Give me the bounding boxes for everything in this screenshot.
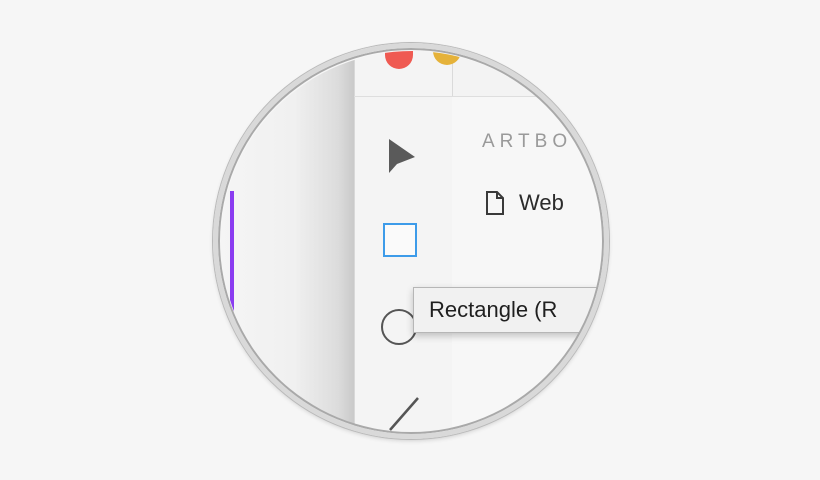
rectangle-tooltip: Rectangle (R — [413, 287, 603, 333]
select-tool-icon[interactable] — [387, 137, 417, 175]
document-icon — [486, 191, 504, 215]
magnifier-lens: ARTBO Web Rectangle (R — [221, 51, 603, 433]
artboards-section-title: ARTBO — [482, 131, 573, 152]
rectangle-tool-icon[interactable] — [383, 223, 417, 257]
artboard-label: Web — [519, 190, 564, 215]
screenshot-stage: ARTBO Web Rectangle (R — [0, 0, 820, 480]
artboard-edge — [230, 191, 234, 341]
line-tool-icon[interactable] — [386, 394, 422, 433]
design-canvas[interactable] — [221, 51, 354, 433]
ellipse-tool-icon[interactable] — [381, 309, 417, 345]
artboard-list-item[interactable]: Web — [485, 190, 564, 216]
